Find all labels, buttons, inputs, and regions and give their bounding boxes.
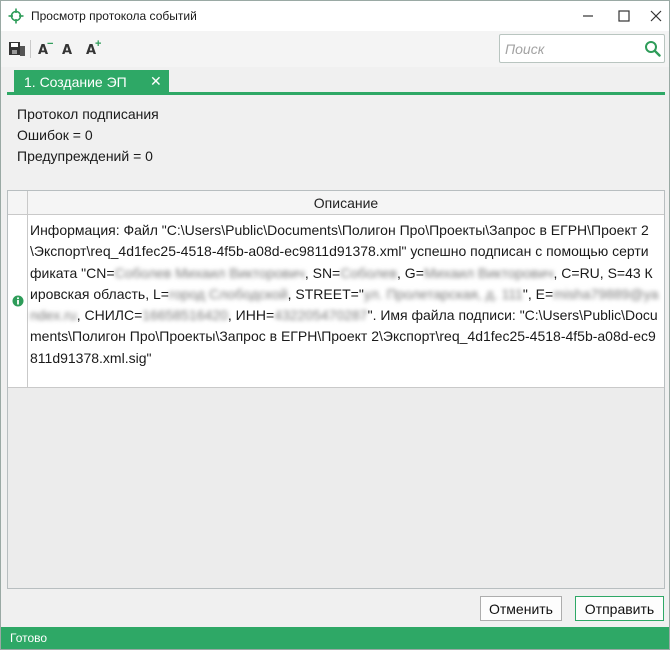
redacted-text: 16658516420	[142, 307, 228, 324]
description-fragment: , G=	[397, 264, 424, 281]
description-fragment: ", E=	[522, 285, 554, 302]
font-increase-button[interactable]: A +	[83, 38, 103, 60]
warnings-count: Предупреждений = 0	[17, 148, 153, 164]
minimize-icon	[583, 15, 593, 17]
tab-signature-creation[interactable]: 1. Создание ЭП ✕	[14, 70, 169, 92]
status-bar: Готово	[1, 627, 669, 649]
app-crosshair-icon	[8, 8, 24, 24]
search-box[interactable]	[499, 34, 665, 63]
toolbar-separator	[30, 40, 31, 58]
minimize-button[interactable]	[573, 1, 603, 31]
close-button[interactable]	[641, 1, 670, 31]
cancel-button[interactable]: Отменить	[480, 596, 562, 621]
send-button[interactable]: Отправить	[575, 596, 664, 621]
events-grid[interactable]: Описание Информация: Файл "C:\Users\Publ…	[7, 190, 665, 589]
status-text: Готово	[10, 631, 48, 645]
font-normal-button[interactable]: A	[59, 38, 79, 60]
window-title: Просмотр протокола событий	[31, 9, 197, 23]
redacted-text: Михаил Викторович	[423, 264, 554, 281]
info-icon	[12, 295, 24, 307]
redacted-text: Соболев	[340, 264, 398, 281]
tab-close-icon[interactable]: ✕	[150, 73, 162, 90]
font-decrease-button[interactable]: A −	[35, 38, 55, 60]
search-input[interactable]	[505, 40, 635, 58]
row-indicator	[8, 215, 28, 387]
description-fragment: , СНИЛС=	[76, 307, 143, 324]
description-fragment: , ИНН=	[227, 307, 275, 324]
title-bar[interactable]: Просмотр протокола событий	[1, 1, 669, 31]
redacted-text: город Слободской	[168, 285, 288, 302]
redacted-text: Соболев Михаил Викторович	[114, 264, 305, 281]
maximize-button[interactable]	[609, 1, 639, 31]
grid-corner	[8, 191, 28, 214]
redacted-text: ул. Пролетарская, д. 111	[363, 285, 523, 302]
save-button[interactable]	[7, 38, 27, 60]
summary-title: Протокол подписания	[17, 106, 159, 122]
tab-label: 1. Создание ЭП	[24, 74, 127, 90]
description-fragment: , STREET="	[287, 285, 364, 302]
tab-strip: 1. Создание ЭП ✕	[7, 69, 665, 95]
errors-count: Ошибок = 0	[17, 127, 93, 143]
save-icon	[9, 42, 25, 56]
search-icon[interactable]	[644, 40, 661, 57]
signing-summary: Протокол подписания Ошибок = 0 Предупреж…	[17, 104, 159, 167]
close-icon	[650, 10, 662, 22]
description-fragment: , SN=	[304, 264, 341, 281]
event-description: Информация: Файл "C:\Users\Public\Docume…	[30, 220, 660, 369]
column-header-description[interactable]: Описание	[28, 195, 664, 211]
grid-header: Описание	[8, 191, 664, 215]
maximize-icon	[618, 10, 630, 22]
redacted-text: 432205470287	[274, 307, 368, 324]
protocol-window: Просмотр протокола событий A − A A + Пои…	[0, 0, 670, 650]
table-row[interactable]: Информация: Файл "C:\Users\Public\Docume…	[8, 215, 664, 388]
